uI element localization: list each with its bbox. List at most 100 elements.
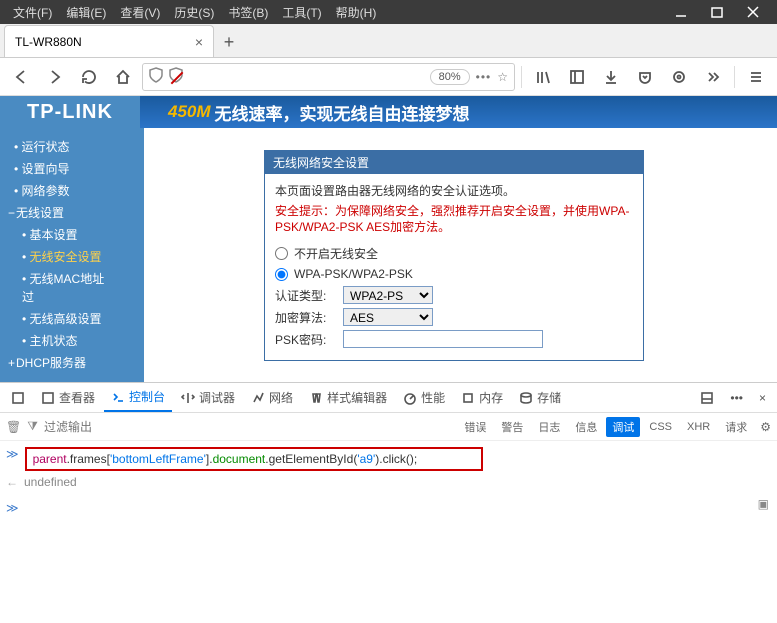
devtools-tab-style[interactable]: 样式编辑器 (302, 384, 394, 411)
menu-history[interactable]: 历史(S) (167, 4, 221, 21)
devtools-tab-performance[interactable]: 性能 (396, 384, 452, 411)
console-prompt-icon: ≫ (6, 501, 19, 515)
radio-wpa-psk-label: WPA-PSK/WPA2-PSK (294, 267, 413, 281)
console-prompt-icon: ≫ (6, 447, 19, 461)
psk-label: PSK密码: (275, 331, 335, 348)
router-sidebar: 运行状态 设置向导 网络参数 −无线设置 基本设置 无线安全设置 无线MAC地址… (0, 128, 124, 382)
tab-title: TL-WR880N (15, 35, 82, 49)
tracking-off-icon (169, 67, 183, 86)
encryption-select[interactable]: AES (343, 308, 433, 326)
window-maximize[interactable] (699, 0, 735, 24)
devtools-tab-storage[interactable]: 存储 (512, 384, 568, 411)
overflow-icon[interactable] (698, 62, 728, 92)
devtools-dock-icon[interactable] (693, 386, 721, 410)
filter-input[interactable] (44, 420, 314, 434)
menu-bar: 文件(F) 编辑(E) 查看(V) 历史(S) 书签(B) 工具(T) 帮助(H… (0, 0, 777, 24)
home-button[interactable] (108, 62, 138, 92)
library-icon[interactable] (528, 62, 558, 92)
banner-slogan: 450M 无线速率，实现无线自由连接梦想 (140, 96, 777, 128)
filter-icon[interactable]: ⧩ (27, 419, 38, 434)
devtools: 查看器 控制台 调试器 网络 样式编辑器 性能 内存 存储 ••• × 🗑 ⧩ … (0, 382, 777, 623)
sidebar-item-wireless[interactable]: −无线设置 (0, 202, 124, 224)
menu-help[interactable]: 帮助(H) (329, 4, 384, 21)
encryption-label: 加密算法: (275, 309, 335, 326)
chip-warn[interactable]: 警告 (495, 417, 529, 437)
chip-error[interactable]: 错误 (458, 417, 492, 437)
devtools-tab-inspector[interactable]: 查看器 (34, 384, 102, 411)
auth-type-select[interactable]: WPA2-PS (343, 286, 433, 304)
devtools-more-icon[interactable]: ••• (723, 386, 750, 410)
chip-log[interactable]: 日志 (532, 417, 566, 437)
sidebar-item-hosts[interactable]: 主机状态 (0, 330, 124, 352)
settings-panel: 无线网络安全设置 本页面设置路由器无线网络的安全认证选项。 安全提示：为保障网络… (264, 150, 644, 361)
devtools-iframe-select[interactable] (4, 386, 32, 410)
result-arrow-icon: ← (6, 475, 18, 489)
browser-tab[interactable]: TL-WR880N × (4, 25, 214, 57)
pocket-icon[interactable] (630, 62, 660, 92)
chip-xhr[interactable]: XHR (681, 419, 716, 435)
sidebar-item-dhcp[interactable]: +DHCP服务器 (0, 352, 124, 374)
tab-strip: TL-WR880N × + (0, 24, 777, 58)
logo: TP-LINK (0, 96, 140, 128)
devtools-tab-memory[interactable]: 内存 (454, 384, 510, 411)
radio-no-security[interactable] (275, 247, 288, 260)
reload-button[interactable] (74, 62, 104, 92)
console-result: ← undefined (6, 473, 771, 491)
new-tab-button[interactable]: + (214, 27, 244, 57)
router-content: 无线网络安全设置 本页面设置路由器无线网络的安全认证选项。 安全提示：为保障网络… (124, 128, 777, 382)
auth-type-label: 认证类型: (275, 287, 335, 304)
tab-close-icon[interactable]: × (195, 34, 203, 50)
sidebar-item-basic[interactable]: 基本设置 (0, 224, 124, 246)
devtools-close-icon[interactable]: × (752, 386, 773, 410)
menu-view[interactable]: 查看(V) (113, 4, 167, 21)
extensions-icon[interactable] (664, 62, 694, 92)
panel-note: 本页面设置路由器无线网络的安全认证选项。 (275, 182, 633, 199)
menu-tools[interactable]: 工具(T) (275, 4, 328, 21)
forward-button[interactable] (40, 62, 70, 92)
menu-bookmarks[interactable]: 书签(B) (221, 4, 275, 21)
slogan-highlight: 450M (168, 102, 211, 122)
console-input-executed: parent.frames['bottomLeftFrame'].documen… (25, 447, 483, 471)
banner: TP-LINK 450M 无线速率，实现无线自由连接梦想 (0, 96, 777, 128)
chip-requests[interactable]: 请求 (719, 417, 753, 437)
devtools-tab-console[interactable]: 控制台 (104, 383, 172, 412)
devtools-tabs: 查看器 控制台 调试器 网络 样式编辑器 性能 内存 存储 ••• × (0, 383, 777, 413)
chip-css[interactable]: CSS (643, 419, 678, 435)
radio-no-security-label: 不开启无线安全 (294, 245, 378, 262)
download-icon[interactable] (596, 62, 626, 92)
console-body[interactable]: ≫ parent.frames['bottomLeftFrame'].docum… (0, 441, 777, 521)
menu-edit[interactable]: 编辑(E) (59, 4, 113, 21)
app-menu-icon[interactable] (741, 62, 771, 92)
menu-file[interactable]: 文件(F) (6, 4, 59, 21)
sidebar-item-advanced[interactable]: 无线高级设置 (0, 308, 124, 330)
sidebar-item-macfilter[interactable]: 无线MAC地址过 (0, 268, 124, 308)
radio-wpa-psk[interactable] (275, 268, 288, 281)
psk-input[interactable] (343, 330, 543, 348)
panel-warning: 安全提示：为保障网络安全，强烈推荐开启安全设置，并使用WPA-PSK/WPA2-… (275, 203, 633, 235)
trash-icon[interactable]: 🗑 (6, 420, 21, 434)
zoom-badge[interactable]: 80% (430, 69, 470, 85)
chip-debug[interactable]: 调试 (606, 417, 640, 437)
slogan-text: 无线速率，实现无线自由连接梦想 (215, 100, 470, 125)
sidebar-item-network[interactable]: 网络参数 (0, 180, 124, 202)
devtools-tab-network[interactable]: 网络 (244, 384, 300, 411)
sidebar-item-status[interactable]: 运行状态 (0, 136, 124, 158)
sidebar-item-security[interactable]: 无线安全设置 (0, 246, 124, 268)
shield-icon (149, 67, 163, 86)
chip-info[interactable]: 信息 (569, 417, 603, 437)
page-actions-icon[interactable]: ••• (476, 70, 492, 84)
page-content: TP-LINK 450M 无线速率，实现无线自由连接梦想 运行状态 设置向导 网… (0, 96, 777, 382)
window-close[interactable] (735, 0, 771, 24)
back-button[interactable] (6, 62, 36, 92)
url-bar[interactable]: 80% ••• ☆ (142, 63, 515, 91)
sidebar-icon[interactable] (562, 62, 592, 92)
bookmark-star-icon[interactable]: ☆ (497, 70, 508, 84)
panel-title: 无线网络安全设置 (265, 151, 643, 174)
console-settings-icon[interactable]: ⚙ (760, 420, 771, 434)
console-split-icon[interactable]: ▣ (758, 497, 769, 511)
sidebar-item-wizard[interactable]: 设置向导 (0, 158, 124, 180)
window-minimize[interactable] (663, 0, 699, 24)
devtools-tab-debugger[interactable]: 调试器 (174, 384, 242, 411)
nav-toolbar: 80% ••• ☆ (0, 58, 777, 96)
console-filter-bar: 🗑 ⧩ 错误 警告 日志 信息 调试 CSS XHR 请求 ⚙ (0, 413, 777, 441)
